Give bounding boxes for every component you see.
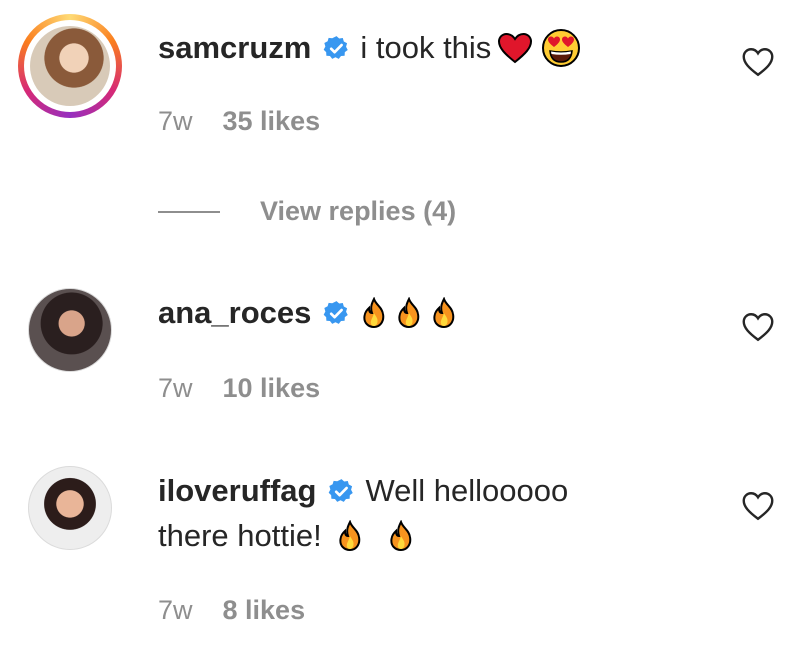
fire-emoji-icon <box>433 297 455 329</box>
comment-body-line2: there hottie! <box>158 518 422 554</box>
view-replies-label: View replies (4) <box>260 196 457 226</box>
comment-meta: 7w 35 likes <box>158 106 320 137</box>
avatar[interactable] <box>28 466 112 550</box>
comment-meta: 7w 8 likes <box>158 595 305 626</box>
fire-emoji-icon <box>390 520 411 552</box>
comment-text: Well hellooooo <box>365 473 569 508</box>
verified-badge-icon <box>324 300 349 324</box>
comment-text: i took this <box>360 30 492 65</box>
fire-emoji-group <box>360 297 465 329</box>
comment-likes[interactable]: 10 likes <box>223 373 321 404</box>
heart-like-icon[interactable] <box>740 309 776 345</box>
red-heart-emoji-icon <box>498 32 533 64</box>
comment-username[interactable]: iloveruffag <box>158 473 316 509</box>
story-ring-avatar[interactable] <box>18 14 122 118</box>
avatar[interactable] <box>28 288 112 372</box>
comment-time[interactable]: 7w <box>158 373 193 404</box>
view-replies-button[interactable]: View replies (4) <box>158 196 456 227</box>
comment-body: samcruzm i took this <box>158 28 581 68</box>
heart-eyes-emoji-icon <box>542 29 581 67</box>
fire-emoji-icon <box>398 297 420 329</box>
comment-body: iloveruffag Well hellooooo <box>158 473 568 509</box>
fire-emoji-icon <box>363 297 385 329</box>
heart-like-icon[interactable] <box>740 488 776 524</box>
comment-username[interactable]: samcruzm <box>158 30 311 66</box>
comment-likes[interactable]: 35 likes <box>223 106 321 137</box>
verified-badge-icon <box>324 35 349 59</box>
comment-time[interactable]: 7w <box>158 106 193 137</box>
fire-emoji-icon <box>339 520 360 552</box>
heart-like-icon[interactable] <box>740 44 776 80</box>
comment-likes[interactable]: 8 likes <box>223 595 306 626</box>
replies-divider <box>158 210 220 213</box>
comment-body: ana_roces <box>158 295 465 331</box>
verified-badge-icon <box>329 478 354 502</box>
comment-username[interactable]: ana_roces <box>158 295 311 331</box>
avatar <box>30 26 110 106</box>
comment-text-continued: there hottie! <box>158 518 322 553</box>
comment-time[interactable]: 7w <box>158 595 193 626</box>
comment-meta: 7w 10 likes <box>158 373 320 404</box>
